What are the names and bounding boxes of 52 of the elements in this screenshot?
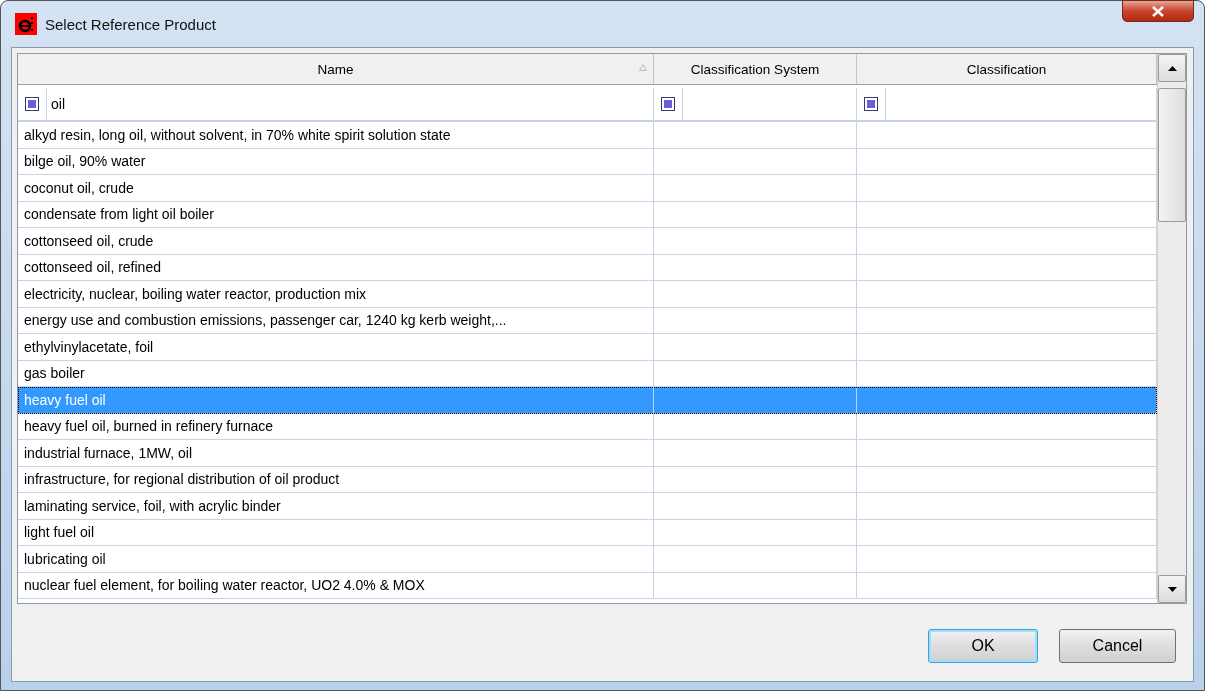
scroll-up-button[interactable] (1158, 54, 1186, 82)
column-header[interactable]: Classification System (654, 54, 857, 84)
table-row[interactable]: heavy fuel oil, burned in refinery furnace (18, 413, 1157, 440)
name-cell: heavy fuel oil, burned in refinery furnace (18, 413, 654, 439)
name-cell: infrastructure, for regional distribution of oil product (18, 466, 654, 492)
name-cell: electricity, nuclear, boiling water reactor, production mix (18, 281, 654, 307)
table-row[interactable]: electricity, nuclear, boiling water reactor, production mix (18, 281, 1157, 308)
name-cell: energy use and combustion emissions, passenger car, 1240 kg kerb weight,... (18, 307, 654, 333)
table-row[interactable]: laminating service, foil, with acrylic binder (18, 493, 1157, 520)
up-arrow-icon (1167, 65, 1177, 71)
scrollbar[interactable] (1157, 54, 1186, 603)
name-cell: lubricating oil (18, 546, 654, 572)
name-cell: ethylvinylacetate, foil (18, 334, 654, 360)
table-row[interactable]: lubricating oil (18, 546, 1157, 573)
table-row[interactable]: alkyd resin, long oil, without solvent, in 70% white spirit solution state (18, 122, 1157, 149)
table-row[interactable]: gas boiler (18, 360, 1157, 387)
close-icon (1152, 5, 1164, 17)
filter-icon[interactable] (661, 97, 675, 111)
table-row[interactable]: cottonseed oil, refined (18, 254, 1157, 281)
table-row[interactable]: nuclear fuel element, for boiling water reactor, UO2 4.0% & MOX (18, 572, 1157, 599)
name-cell: industrial furnace, 1MW, oil (18, 440, 654, 466)
name-cell: condensate from light oil boiler (18, 201, 654, 227)
name-cell: cottonseed oil, crude (18, 228, 654, 254)
name-cell: heavy fuel oil (18, 387, 654, 413)
table-row[interactable]: bilge oil, 90% water (18, 148, 1157, 175)
name-cell: coconut oil, crude (18, 175, 654, 201)
close-button[interactable] (1122, 0, 1194, 22)
name-cell: alkyd resin, long oil, without solvent, in 70% white spirit solution state (18, 122, 654, 148)
table-row[interactable]: infrastructure, for regional distribution of oil product (18, 466, 1157, 493)
name-cell: light fuel oil (18, 519, 654, 545)
scroll-thumb[interactable] (1158, 88, 1186, 222)
window-title: Select Reference Product (45, 15, 216, 33)
table-row[interactable]: energy use and combustion emissions, passenger car, 1240 kg kerb weight,... (18, 307, 1157, 334)
table-row[interactable]: condensate from light oil boiler (18, 201, 1157, 228)
dialog-button[interactable]: Cancel (1059, 629, 1176, 663)
name-cell: cottonseed oil, refined (18, 254, 654, 280)
name-cell: bilge oil, 90% water (18, 148, 654, 174)
table-row[interactable]: light fuel oil (18, 519, 1157, 546)
table-row[interactable]: ethylvinylacetate, foil (18, 334, 1157, 361)
name-cell: laminating service, foil, with acrylic binder (18, 493, 654, 519)
app-logo-icon (15, 13, 37, 35)
table-row[interactable]: industrial furnace, 1MW, oil (18, 440, 1157, 467)
name-cell: nuclear fuel element, for boiling water reactor, UO2 4.0% & MOX (18, 572, 654, 598)
column-header[interactable]: Name (18, 54, 654, 84)
table-row[interactable]: coconut oil, crude (18, 175, 1157, 202)
scroll-down-button[interactable] (1158, 575, 1186, 603)
name-cell: gas boiler (18, 360, 654, 386)
filter-icon[interactable] (25, 97, 39, 111)
filter-icon[interactable] (864, 97, 878, 111)
down-arrow-icon (1167, 586, 1177, 592)
table-row[interactable]: cottonseed oil, crude (18, 228, 1157, 255)
dialog-button[interactable]: OK (928, 629, 1038, 663)
